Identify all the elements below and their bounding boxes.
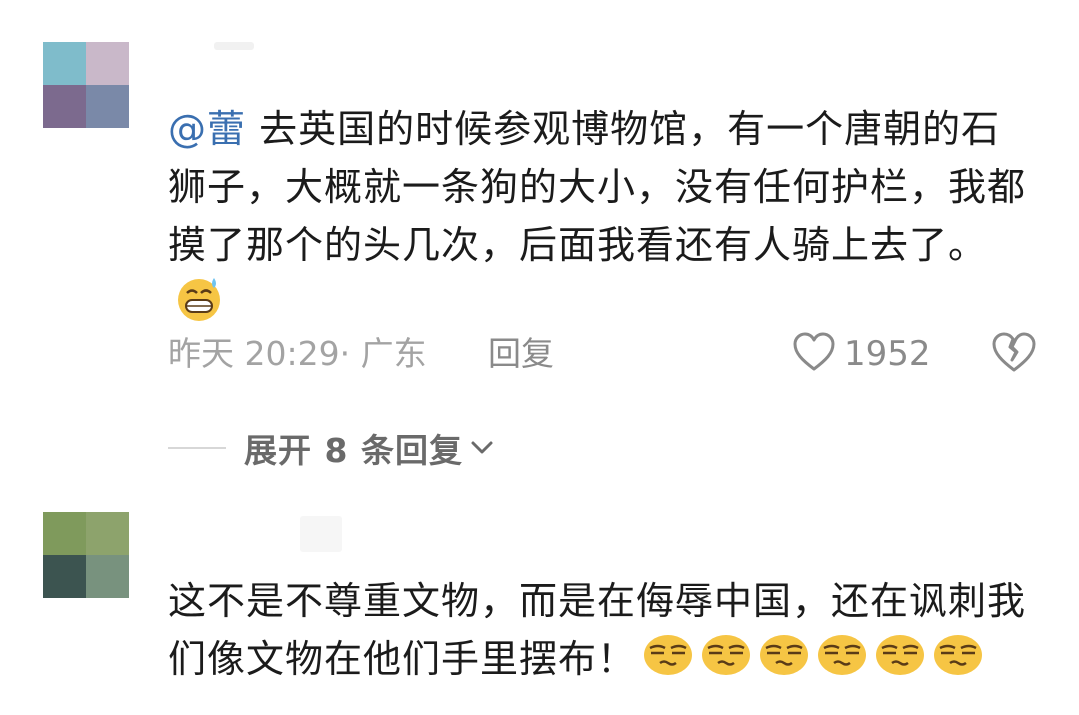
unamused-emoji-icon [700,631,752,693]
unamused-emoji-icon [642,631,694,693]
comment-item: 这不是不尊重文物，而是在侮辱中国，还在讽刺我们像文物在他们手里摆布！ [0,0,1079,715]
comment-body: 这不是不尊重文物，而是在侮辱中国，还在讽刺我们像文物在他们手里摆布！ [168,572,1028,693]
unamused-emoji-icon [758,631,810,693]
unamused-emoji-icon [816,631,868,693]
unamused-emoji-icon [874,631,926,693]
avatar[interactable] [43,512,129,598]
username-redacted [300,516,342,552]
unamused-emoji-icon [932,631,984,693]
